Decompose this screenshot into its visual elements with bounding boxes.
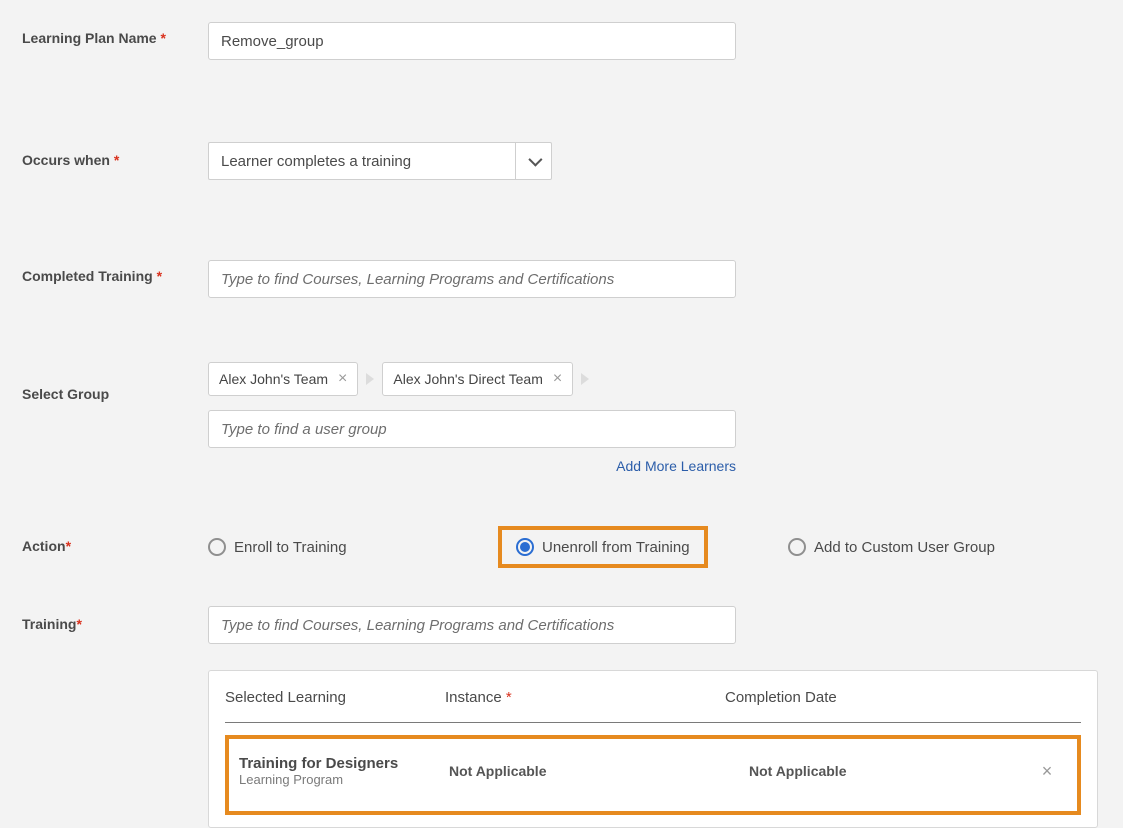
remove-row-icon[interactable]: ×	[1027, 761, 1067, 782]
completed-training-input[interactable]	[208, 260, 736, 298]
label-select-group: Select Group	[22, 362, 208, 402]
label-training: Training*	[22, 594, 208, 632]
group-chip-label: Alex John's Team	[219, 371, 328, 387]
radio-icon	[516, 538, 534, 556]
label-completed-training: Completed Training *	[22, 242, 208, 284]
header-selected-learning: Selected Learning	[225, 689, 445, 706]
group-search-input[interactable]	[208, 410, 736, 448]
instance-value: Not Applicable	[449, 763, 729, 779]
training-title: Training for Designers	[239, 755, 449, 772]
completion-value: Not Applicable	[729, 763, 1027, 779]
group-chip[interactable]: Alex John's Direct Team ×	[382, 362, 573, 396]
close-icon[interactable]: ×	[338, 371, 347, 387]
chevron-right-icon	[581, 373, 589, 385]
header-instance: Instance *	[445, 689, 725, 706]
chevron-down-icon[interactable]	[515, 143, 551, 179]
group-chip[interactable]: Alex John's Team ×	[208, 362, 358, 396]
add-more-learners-link[interactable]: Add More Learners	[616, 458, 736, 474]
radio-label: Unenroll from Training	[542, 539, 690, 556]
table-header-row: Selected Learning Instance * Completion …	[225, 689, 1081, 723]
label-occurs-when: Occurs when *	[22, 132, 208, 168]
table-row: Training for Designers Learning Program …	[225, 735, 1081, 815]
occurs-when-value: Learner completes a training	[209, 143, 515, 179]
label-action: Action*	[22, 518, 208, 554]
radio-icon	[208, 538, 226, 556]
chevron-right-icon	[366, 373, 374, 385]
training-input[interactable]	[208, 606, 736, 644]
group-chip-label: Alex John's Direct Team	[393, 371, 542, 387]
label-learning-plan-name: Learning Plan Name *	[22, 22, 208, 46]
radio-add-to-group[interactable]: Add to Custom User Group	[788, 538, 1078, 556]
highlight-unenroll: Unenroll from Training	[498, 526, 708, 568]
training-subtitle: Learning Program	[239, 772, 449, 787]
radio-label: Add to Custom User Group	[814, 539, 995, 556]
close-icon[interactable]: ×	[553, 371, 562, 387]
header-completion-date: Completion Date	[725, 689, 1041, 706]
radio-icon	[788, 538, 806, 556]
selected-learning-table: Selected Learning Instance * Completion …	[208, 670, 1098, 828]
learning-plan-name-input[interactable]	[208, 22, 736, 60]
radio-label: Enroll to Training	[234, 539, 347, 556]
occurs-when-dropdown[interactable]: Learner completes a training	[208, 142, 552, 180]
radio-enroll[interactable]: Enroll to Training	[208, 538, 498, 556]
radio-unenroll[interactable]: Unenroll from Training	[516, 538, 690, 556]
